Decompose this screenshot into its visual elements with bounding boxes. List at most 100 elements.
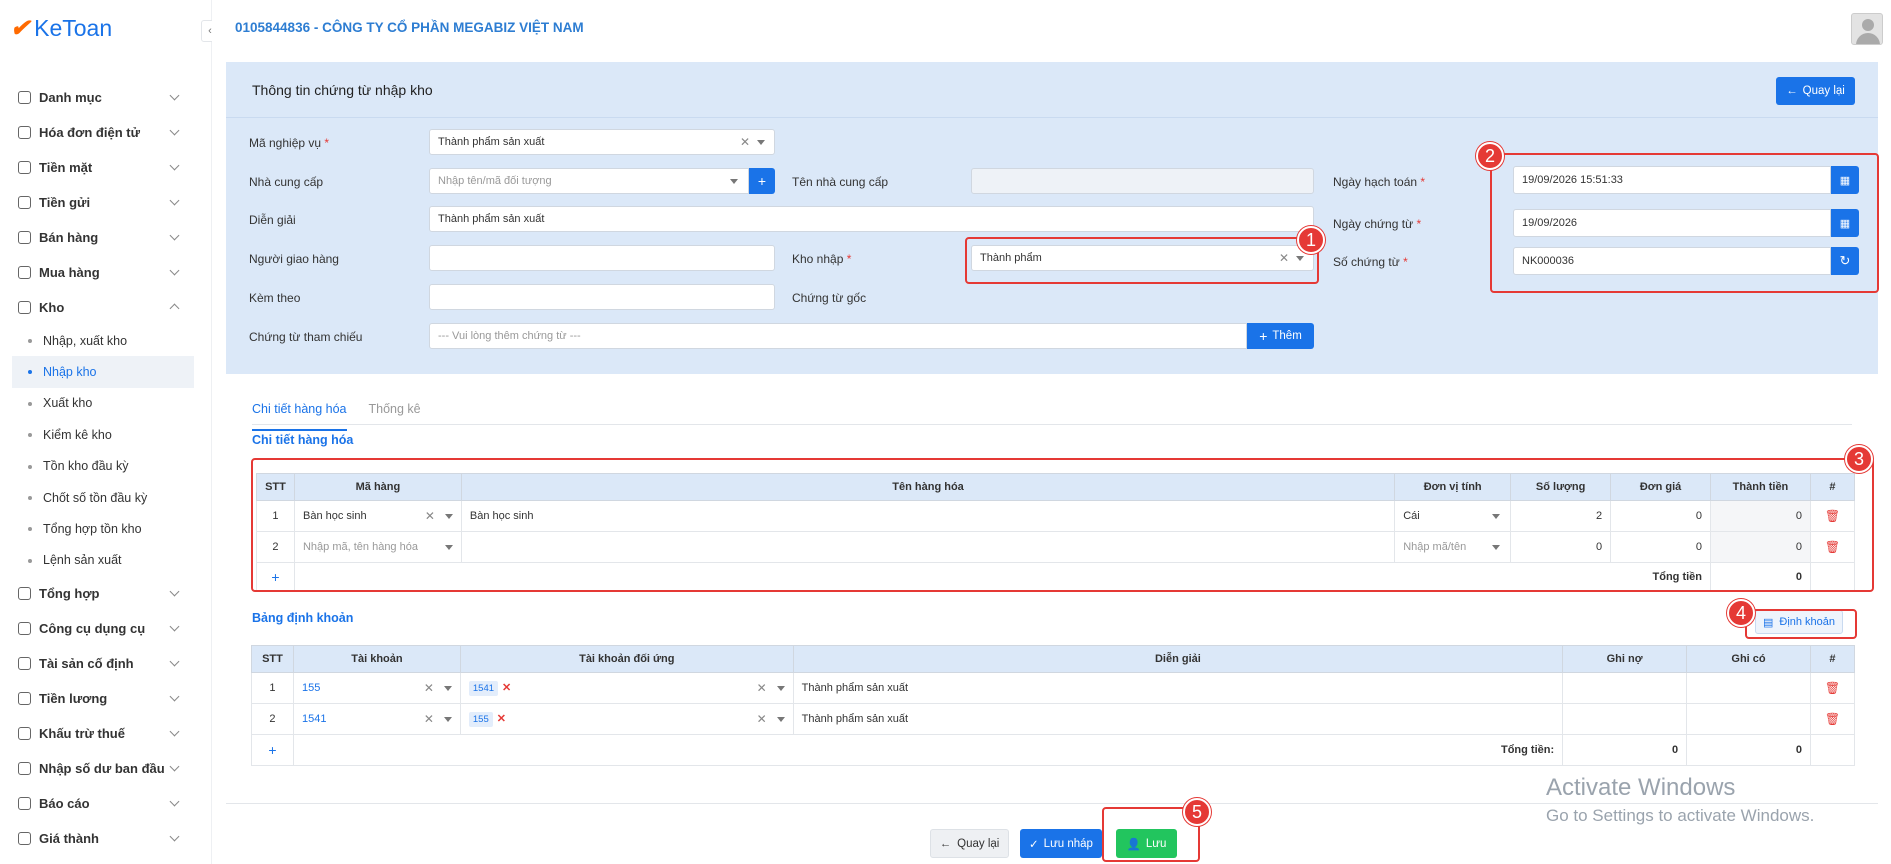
price-icon [18, 832, 31, 846]
required-mark: * [1403, 255, 1408, 269]
sidebar-item-ban-hang[interactable]: Bán hàng [0, 220, 212, 255]
logo-text: KeToan [34, 14, 113, 41]
cell-stt: 1 [251, 672, 294, 704]
cell-ghi-no[interactable] [1562, 672, 1688, 704]
back-button-label: Quay lại [1802, 85, 1845, 97]
logo[interactable]: ✔ KeToan [10, 14, 112, 42]
tab-chi-tiet-hang-hoa[interactable]: Chi tiết hàng hóa [252, 401, 347, 431]
cell-doi-ung-select[interactable]: 1541 ✕ ✕ [459, 672, 794, 704]
caret-down-icon [757, 140, 765, 145]
sidebar-item-so-du-ban-dau[interactable]: Nhập số dư ban đầu [0, 751, 212, 786]
sidebar-item-cong-cu[interactable]: Công cụ dụng cụ [0, 611, 212, 646]
back-button-top[interactable]: ← Quay lại [1776, 77, 1855, 105]
sidebar-item-tien-mat[interactable]: Tiền mặt [0, 150, 212, 185]
clear-icon[interactable]: ✕ [424, 681, 434, 695]
sidebar-item-tien-luong[interactable]: Tiền lương [0, 681, 212, 716]
nha-cung-cap-label: Nhà cung cấp [249, 175, 324, 189]
cell-dien-giai[interactable]: Thành phẩm sản xuất [792, 672, 1564, 704]
cell-dien-giai[interactable]: Thành phẩm sản xuất [792, 703, 1564, 735]
nguoi-giao-input[interactable] [429, 245, 775, 271]
footer-back-button[interactable]: ← Quay lại [930, 829, 1009, 858]
caret-down-icon [776, 686, 785, 691]
add-row-button[interactable]: + [251, 734, 294, 766]
sidebar-item-danh-muc[interactable]: Danh mục [0, 80, 212, 115]
ma-nghiep-vu-select[interactable]: Thành phẩm sản xuất ✕ [429, 129, 775, 155]
sidebar-subitem-kiem-ke-kho[interactable]: Kiểm kê kho [0, 419, 212, 450]
clear-icon[interactable]: ✕ [757, 712, 767, 726]
add-supplier-button[interactable]: + [749, 168, 775, 194]
dollar-icon [18, 692, 31, 706]
header-action: # [1809, 645, 1856, 673]
sidebar-item-kho[interactable]: Kho [0, 290, 212, 325]
cell-stt: 2 [251, 703, 294, 735]
remove-chip-icon[interactable]: ✕ [497, 713, 506, 725]
sidebar-item-bao-cao[interactable]: Báo cáo [0, 786, 212, 821]
sidebar-item-gia-thanh[interactable]: Giá thành [0, 821, 212, 856]
save-draft-button[interactable]: ✓ Lưu nháp [1020, 829, 1102, 858]
ten-ncc-input[interactable] [971, 168, 1314, 194]
ngay-chung-tu-label: Ngày chứng từ * [1333, 217, 1421, 231]
bank-icon [18, 727, 31, 741]
cell-tai-khoan-select[interactable]: 155 ✕ [292, 672, 461, 704]
annotation-badge-3: 3 [1845, 445, 1873, 473]
cell-ghi-co[interactable] [1686, 672, 1811, 704]
grid-icon [18, 91, 31, 104]
tools-icon [18, 622, 31, 636]
sidebar-subitem-chot-so-ton[interactable]: Chốt số tồn đầu kỳ [0, 482, 212, 513]
sidebar-item-tai-san[interactable]: Tài sản cố định [0, 646, 212, 681]
dien-giai-input[interactable]: Thành phẩm sản xuất [429, 206, 1314, 232]
avatar[interactable] [1851, 13, 1883, 45]
kem-theo-label: Kèm theo [249, 291, 301, 305]
clear-icon[interactable]: ✕ [740, 135, 750, 149]
label-text: Mã nghiệp vụ [249, 136, 322, 150]
sidebar-item-tong-hop[interactable]: Tổng hợp [0, 576, 212, 611]
annotation-box-2 [1490, 153, 1879, 293]
sidebar-item-khau-tru-thue[interactable]: Khấu trừ thuế [0, 716, 212, 751]
label-text: Ngày hạch toán [1333, 175, 1418, 189]
sidebar-item-hoa-don[interactable]: Hóa đơn điện tử [0, 115, 212, 150]
check-icon: ✓ [1029, 838, 1039, 851]
cell-value: 155 [301, 682, 321, 694]
sidebar-subitem-ton-kho-dau-ky[interactable]: Tồn kho đầu kỳ [0, 451, 212, 482]
bag-icon [18, 231, 31, 244]
balance-icon [18, 762, 31, 776]
sidebar-subitem-tong-hop-ton-kho[interactable]: Tổng hợp tồn kho [0, 513, 212, 544]
goods-section-title: Chi tiết hàng hóa [252, 433, 354, 447]
remove-chip-icon[interactable]: ✕ [502, 682, 511, 694]
sidebar-item-label: Tài sản cố định [39, 656, 134, 672]
sidebar-item-tien-gui[interactable]: Tiền gửi [0, 185, 212, 220]
sidebar-item-label: Công cụ dụng cụ [39, 621, 146, 637]
cell-ghi-co[interactable] [1686, 703, 1811, 735]
topbar: 0105844836 - CÔNG TY CỔ PHẦN MEGABIZ VIỆ… [212, 0, 1891, 56]
tab-thong-ke[interactable]: Thống kê [369, 401, 421, 431]
cell-tai-khoan-select[interactable]: 1541 ✕ [292, 703, 461, 735]
cell-ghi-no[interactable] [1562, 703, 1688, 735]
sidebar-item-mua-hang[interactable]: Mua hàng [0, 255, 212, 290]
delete-row-button[interactable]: 🗑 [1809, 703, 1856, 735]
company-name: 0105844836 - CÔNG TY CỔ PHẦN MEGABIZ VIỆ… [235, 20, 584, 35]
kem-theo-input[interactable] [429, 284, 775, 310]
clear-icon[interactable]: ✕ [424, 712, 434, 726]
chevron-down-icon [169, 586, 180, 597]
sidebar-subitem-nhap-kho[interactable]: Nhập kho [12, 356, 194, 388]
sidebar-subitem-nhap-xuat-kho[interactable]: Nhập, xuất kho [0, 325, 212, 356]
card-header: Thông tin chứng từ nhập kho ← Quay lại [226, 62, 1878, 118]
total-ghi-co: 0 [1686, 734, 1811, 766]
them-button[interactable]: + Thêm [1247, 323, 1314, 349]
clear-icon[interactable]: ✕ [757, 681, 767, 695]
delete-row-button[interactable]: 🗑 [1809, 672, 1856, 704]
footer-divider [226, 803, 1878, 804]
chevron-down-icon [169, 831, 180, 842]
cell-doi-ung-select[interactable]: 155 ✕ ✕ [459, 703, 794, 735]
sidebar-subitem-xuat-kho[interactable]: Xuất kho [0, 388, 212, 419]
sidebar-item-label: Bán hàng [39, 230, 99, 245]
accounting-section-title: Bảng định khoản [252, 611, 354, 625]
caret-down-icon [776, 717, 785, 722]
nha-cung-cap-select[interactable]: Nhập tên/mã đối tượng [429, 168, 749, 194]
tham-chieu-input[interactable]: --- Vui lòng thêm chứng từ --- [429, 323, 1247, 349]
table-header-row: STT Tài khoản Tài khoản đối ứng Diễn giả… [251, 645, 1856, 673]
warehouse-icon [18, 301, 31, 314]
header-ghi-co: Ghi có [1686, 645, 1811, 673]
ten-ncc-label: Tên nhà cung cấp [792, 175, 889, 189]
sidebar-subitem-lenh-san-xuat[interactable]: Lệnh sản xuất [0, 545, 212, 576]
